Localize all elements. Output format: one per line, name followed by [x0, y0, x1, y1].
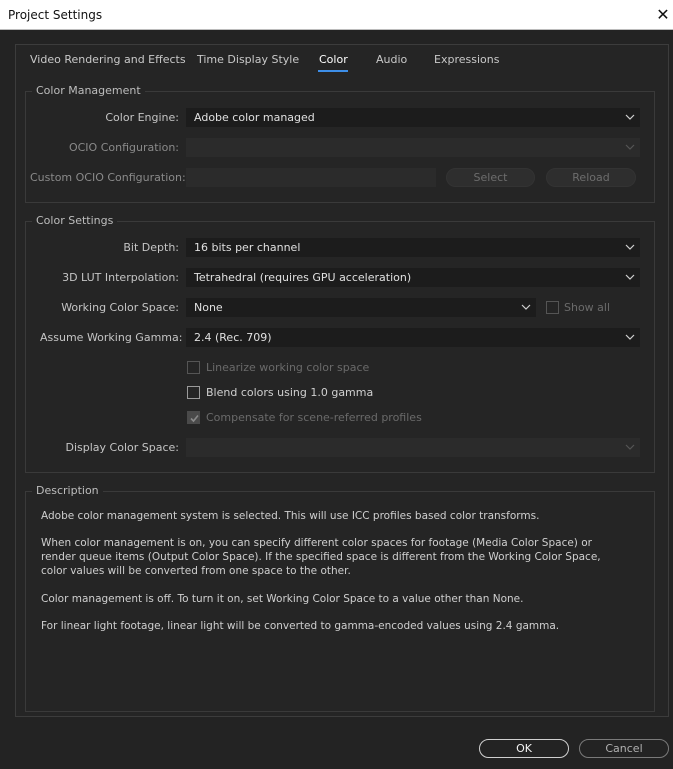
reload-button[interactable]: Reload: [546, 168, 636, 187]
chevron-down-icon: [625, 109, 635, 126]
ocio-config-select[interactable]: [186, 138, 640, 157]
show-all-box[interactable]: [546, 301, 559, 314]
chevron-down-icon: [625, 329, 635, 346]
chevron-down-icon: [521, 299, 531, 316]
lut-interpolation-label: 3D LUT Interpolation:: [62, 271, 179, 284]
tab-time-display[interactable]: Time Display Style: [197, 53, 299, 66]
blend-colors-box[interactable]: [187, 386, 200, 399]
working-color-space-select[interactable]: None: [186, 298, 536, 317]
cancel-button[interactable]: Cancel: [579, 739, 669, 758]
description-paragraph-2-line-1: When color management is on, you can spe…: [41, 537, 592, 549]
custom-ocio-field[interactable]: [186, 168, 436, 187]
lut-interpolation-value: Tetrahedral (requires GPU acceleration): [194, 271, 412, 284]
lut-interpolation-select[interactable]: Tetrahedral (requires GPU acceleration): [186, 268, 640, 287]
title-bar: Project Settings ✕: [0, 0, 673, 30]
color-management-legend: Color Management: [32, 84, 145, 97]
bit-depth-select[interactable]: 16 bits per channel: [186, 238, 640, 257]
ok-button[interactable]: OK: [479, 739, 569, 758]
description-paragraph-2-line-3: color values will be converted from one …: [41, 565, 351, 577]
show-all-checkbox[interactable]: Show all: [546, 300, 636, 316]
chevron-down-icon: [625, 269, 635, 286]
blend-colors-label: Blend colors using 1.0 gamma: [206, 386, 374, 399]
close-icon[interactable]: ✕: [652, 4, 673, 26]
working-gamma-select[interactable]: 2.4 (Rec. 709): [186, 328, 640, 347]
display-color-space-select[interactable]: [186, 438, 640, 457]
tab-bar: Video Rendering and Effects Time Display…: [15, 44, 669, 74]
show-all-label: Show all: [564, 301, 611, 314]
compensate-checkbox[interactable]: Compensate for scene-referred profiles: [187, 410, 447, 426]
display-color-space-label: Display Color Space:: [65, 441, 180, 454]
chevron-down-icon: [625, 439, 635, 456]
description-legend: Description: [32, 484, 103, 497]
color-settings-legend: Color Settings: [32, 214, 118, 227]
bit-depth-value: 16 bits per channel: [194, 241, 301, 254]
description-paragraph-3: Color management is off. To turn it on, …: [41, 593, 524, 605]
bit-depth-label: Bit Depth:: [123, 241, 179, 254]
checkmark-icon: [190, 414, 199, 423]
description-paragraph-1: Adobe color management system is selecte…: [41, 510, 540, 522]
tab-color[interactable]: Color: [319, 53, 348, 66]
window-title: Project Settings: [8, 8, 103, 22]
color-engine-select[interactable]: Adobe color managed: [186, 108, 640, 127]
chevron-down-icon: [625, 239, 635, 256]
linearize-label: Linearize working color space: [206, 361, 370, 374]
compensate-label: Compensate for scene-referred profiles: [206, 411, 422, 424]
color-engine-label: Color Engine:: [105, 111, 179, 124]
color-settings-group: Color Settings: [25, 214, 655, 473]
working-gamma-value: 2.4 (Rec. 709): [194, 331, 272, 344]
description-paragraph-4: For linear light footage, linear light w…: [41, 620, 560, 632]
tab-video-rendering[interactable]: Video Rendering and Effects: [30, 53, 186, 66]
compensate-box[interactable]: [187, 411, 200, 424]
blend-colors-checkbox[interactable]: Blend colors using 1.0 gamma: [187, 385, 447, 401]
chevron-down-icon: [625, 139, 635, 156]
color-engine-value: Adobe color managed: [194, 111, 315, 124]
description-paragraph-2-line-2: render queue items (Output Color Space).…: [41, 551, 601, 563]
tab-expressions[interactable]: Expressions: [434, 53, 499, 66]
working-color-space-value: None: [194, 301, 223, 314]
active-tab-indicator: [318, 70, 348, 72]
linearize-checkbox[interactable]: Linearize working color space: [187, 360, 447, 376]
tab-audio[interactable]: Audio: [376, 53, 407, 66]
working-color-space-label: Working Color Space:: [61, 301, 179, 314]
working-gamma-label: Assume Working Gamma:: [40, 331, 183, 344]
select-button[interactable]: Select: [446, 168, 535, 187]
ocio-config-label: OCIO Configuration:: [68, 141, 179, 154]
linearize-box[interactable]: [187, 361, 200, 374]
custom-ocio-label: Custom OCIO Configuration:: [30, 171, 186, 184]
